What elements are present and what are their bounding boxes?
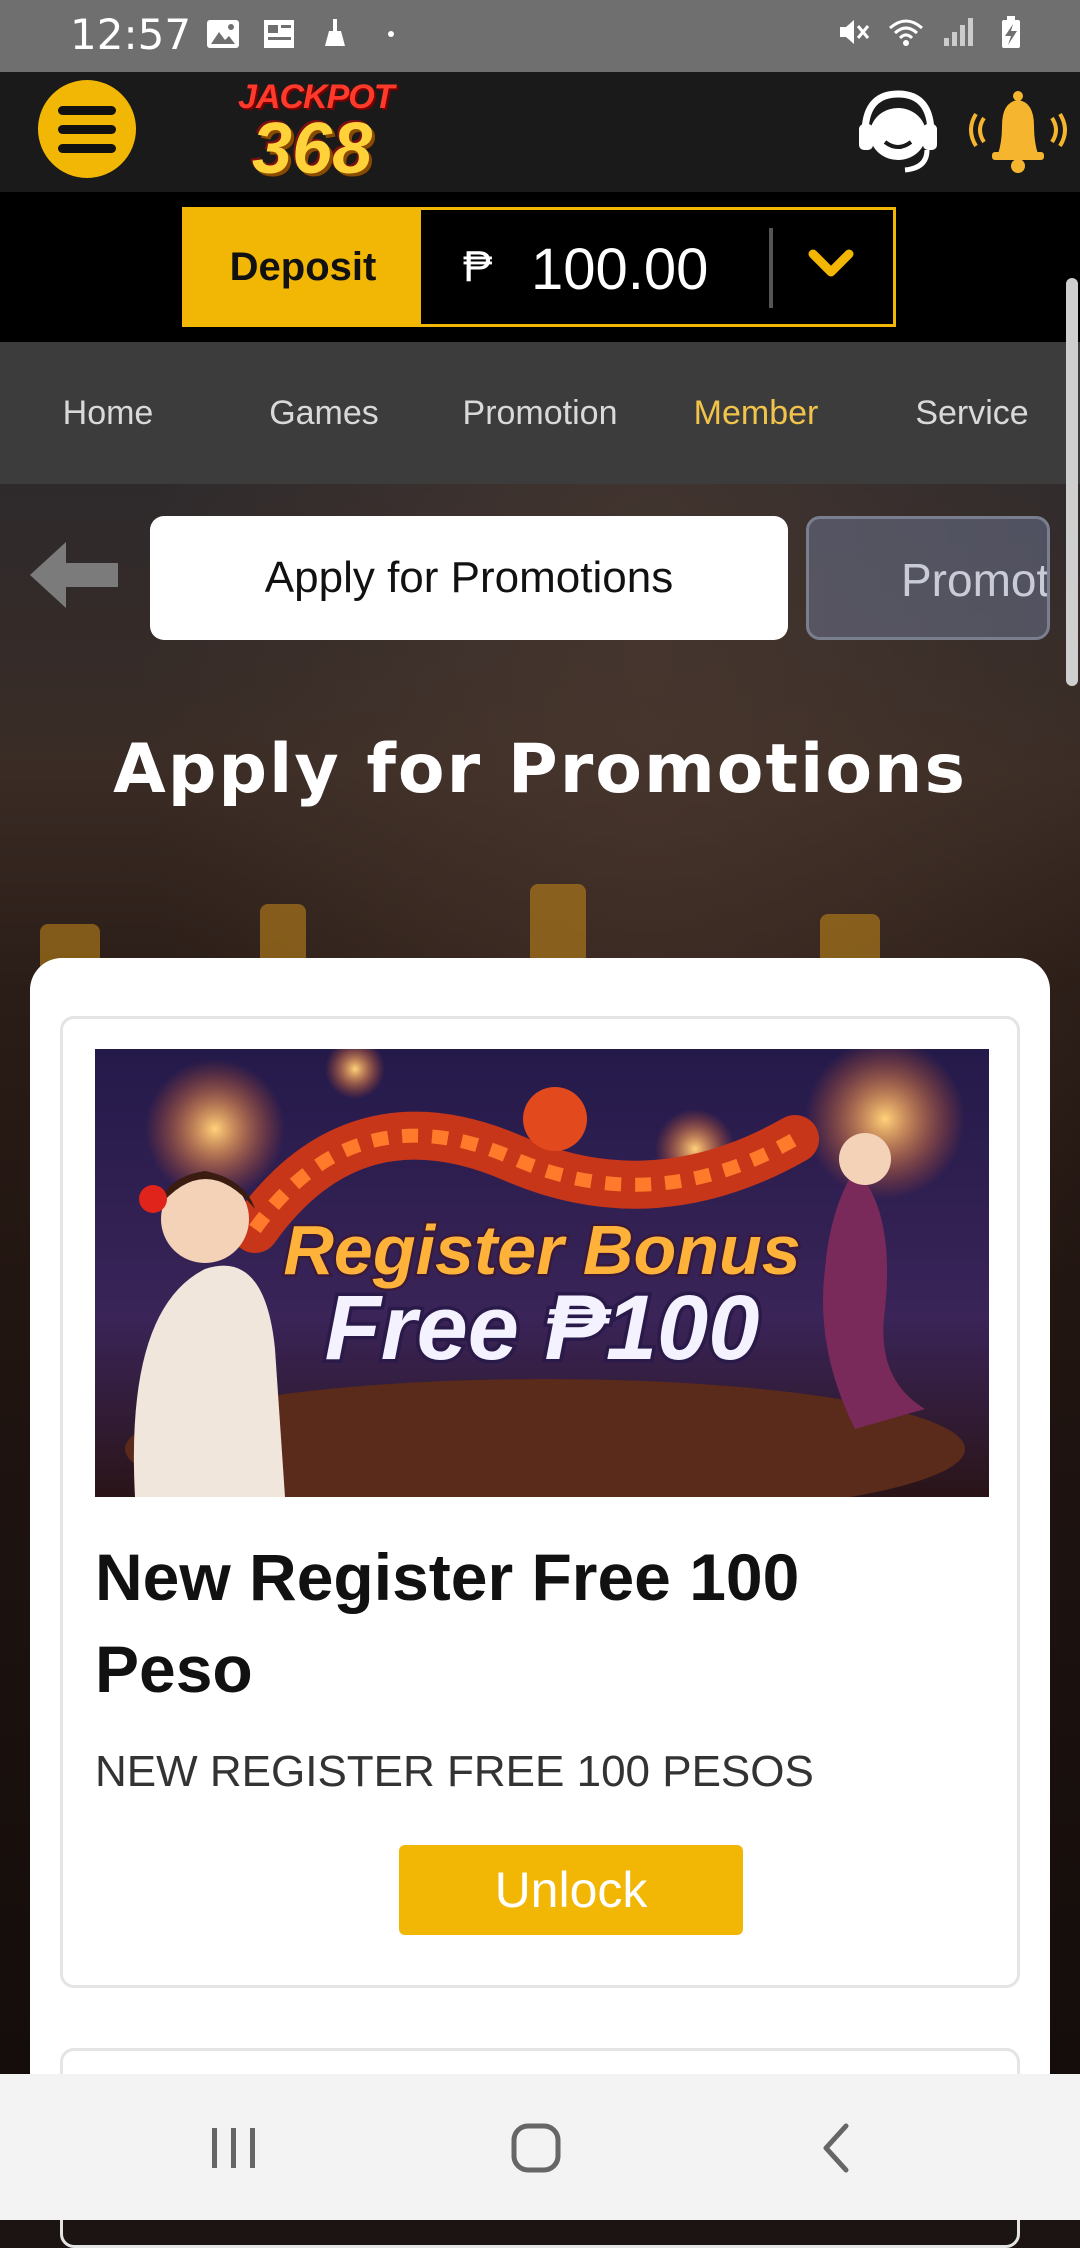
register-bonus-banner-image: Register Bonus Free ₱100 [95, 1049, 989, 1497]
back-icon[interactable] [808, 2118, 868, 2178]
headset-icon[interactable] [855, 84, 941, 176]
promotion-banner[interactable]: Register Bonus Free ₱100 [95, 1049, 989, 1497]
currency-symbol: ₱ [463, 242, 493, 291]
home-icon[interactable] [506, 2118, 566, 2178]
menu-icon-bar [58, 125, 116, 134]
app-header: JACKPOT 368 [0, 72, 1080, 192]
jackpot-368-logo[interactable]: JACKPOT 368 [232, 74, 432, 189]
menu-icon-bar [58, 144, 116, 153]
gallery-icon [207, 20, 239, 48]
newspaper-icon [264, 20, 294, 48]
wifi-icon [889, 19, 923, 46]
tab-games[interactable]: Games [216, 342, 432, 484]
promotion-panel: Register Bonus Free ₱100 New Register Fr… [30, 958, 1050, 2248]
tab-member[interactable]: Member [648, 342, 864, 484]
menu-icon-bar [58, 106, 116, 115]
promotion-description: NEW REGISTER FREE 100 PESOS [95, 1747, 814, 1796]
balance-amount: 100.00 [531, 237, 709, 302]
banner-amount: Free ₱100 [325, 1277, 760, 1379]
logo-number: 368 [252, 109, 373, 189]
cleaner-icon [325, 19, 345, 46]
promotion-title: New Register Free 100 Peso [95, 1540, 800, 1706]
status-time: 12:57 [70, 10, 192, 59]
signal-icon [944, 18, 973, 46]
unlock-button[interactable]: Unlock [399, 1845, 743, 1935]
promotion-card: Register Bonus Free ₱100 New Register Fr… [60, 1016, 1020, 1988]
back-arrow-icon[interactable] [26, 536, 122, 614]
status-notification-icons [205, 16, 409, 52]
tab-service[interactable]: Service [864, 342, 1080, 484]
subtab-label: Promot [901, 554, 1050, 606]
divider [769, 228, 773, 308]
tab-home[interactable]: Home [0, 342, 216, 484]
bell-icon[interactable] [962, 82, 1074, 178]
subtab-apply-for-promotions[interactable]: Apply for Promotions [150, 516, 788, 640]
status-bar: 12:57 [0, 0, 1080, 72]
dot-icon [388, 31, 394, 37]
battery-charging-icon [1002, 16, 1020, 48]
page-title: Apply for Promotions [113, 730, 967, 809]
mute-icon [840, 20, 870, 44]
deposit-button[interactable]: Deposit [185, 210, 421, 324]
wallet-bar: Deposit ₱ 100.00 [0, 192, 1080, 342]
menu-button[interactable] [38, 80, 136, 178]
system-navigation-bar [0, 2074, 1080, 2220]
subtab-promotions[interactable]: Promot [806, 516, 1050, 640]
main-nav: Home Games Promotion Member Service [0, 342, 1080, 484]
tab-promotion[interactable]: Promotion [432, 342, 648, 484]
background-lantern [530, 884, 586, 964]
wallet-box: Deposit ₱ 100.00 [182, 207, 896, 327]
scrollbar[interactable] [1066, 278, 1078, 686]
recent-apps-icon[interactable] [204, 2118, 264, 2178]
chevron-down-icon[interactable] [803, 236, 859, 292]
status-system-icons [836, 14, 1028, 50]
